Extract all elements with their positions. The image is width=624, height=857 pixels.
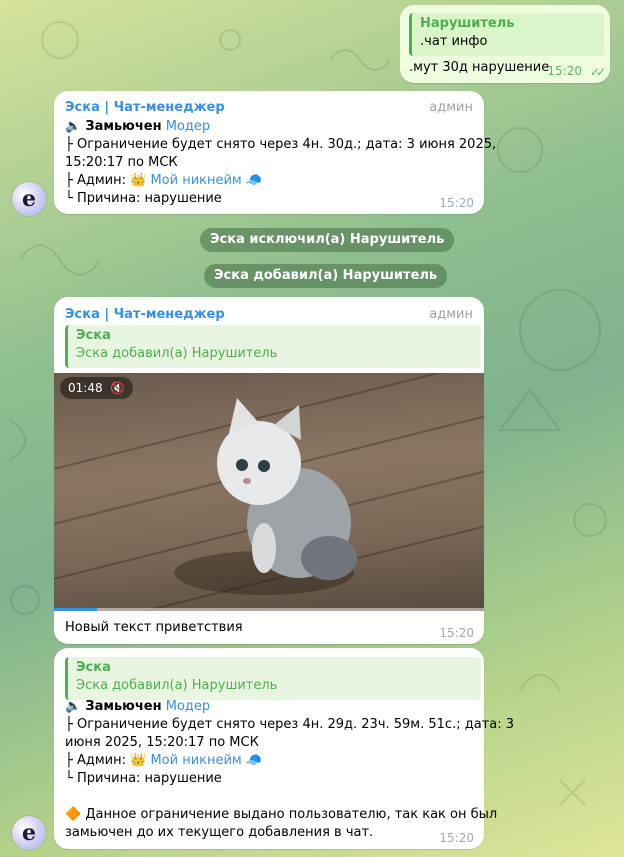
kitten-image [174,398,357,595]
video-progress-bar[interactable] [54,608,484,611]
reply-quote-author: Эска [76,660,111,675]
message-time: 15:20 [439,831,474,845]
message-sender[interactable]: Эска | Чат-менеджер [65,307,225,322]
muted-label: Замьючен [85,699,162,714]
bot-message-remute[interactable]: Эска Эска добавил(а) Нарушитель 🔈 Замьюч… [54,648,514,849]
video-player[interactable]: 01:48 🔇 [54,373,484,611]
restriction-line-1: ├ Ограничение будет снято через 4н. 30д.… [65,137,497,152]
service-message-removed: Эска исключил(а) Нарушитель [200,228,455,252]
admin-prefix: ├ Админ: [65,753,131,768]
admin-link[interactable]: Мой никнейм [150,173,241,188]
note-line-1: 🔶 Данное ограничение выдано пользователю… [65,806,497,824]
reply-quote-text: Эска добавил(а) Нарушитель [76,678,278,693]
crown-icon: 👑 [130,173,147,188]
muted-speaker-icon: 🔈 [65,119,82,134]
sender-role-badge: админ [429,100,473,115]
cap-icon: 🧢 [245,753,263,768]
reply-quote-author: Эска [76,328,111,343]
muted-label: Замьючен [85,119,162,134]
cap-icon: 🧢 [245,173,263,188]
message-sender[interactable]: Эска | Чат-менеджер [65,100,225,115]
reason-line: └ Причина: нарушение [65,191,222,206]
message-text: .мут 30д нарушение [409,60,550,75]
reply-quote[interactable]: Эска Эска добавил(а) Нарушитель [65,657,481,700]
muted-volume-icon[interactable]: 🔇 [110,381,125,395]
restriction-line-2: 15:20:17 по МСК [65,155,178,170]
admin-prefix: ├ Админ: [65,173,131,188]
bot-message-mute[interactable]: Эска | Чат-менеджер админ 🔈 Замьючен Мод… [54,91,496,214]
avatar-letter: e [22,820,36,846]
reply-quote-author: Нарушитель [420,16,515,31]
video-progress-fill [54,608,97,611]
bot-avatar[interactable]: e [12,816,46,850]
mute-line: 🔈 Замьючен Модер [65,118,210,136]
restriction-line-2: июня 2025, 15:20:17 по МСК [65,735,259,750]
reply-quote-text: Эска добавил(а) Нарушитель [76,346,278,361]
service-message-added: Эска добавил(а) Нарушитель [204,264,448,288]
admin-line: ├ Админ: 👑 Мой никнейм 🧢 [65,752,262,770]
orange-diamond-icon: 🔶 [65,807,82,822]
mute-line: 🔈 Замьючен Модер [65,698,210,716]
bot-avatar[interactable]: e [12,182,46,216]
sender-role-badge: админ [429,307,473,322]
video-duration: 01:48 [68,381,103,395]
muted-user-link[interactable]: Модер [166,699,210,714]
reply-quote-text: .чат инфо [420,34,488,49]
video-caption: Новый текст приветствия [65,620,243,635]
read-checkmarks-icon: ✓✓ [589,65,606,79]
video-duration-badge: 01:48 🔇 [60,377,134,399]
note-line-2: замьючен до их текущего добавления в чат… [65,825,374,840]
reason-line: └ Причина: нарушение [65,771,222,786]
outgoing-message[interactable]: Нарушитель .чат инфо .мут 30д нарушение … [400,5,610,83]
reply-quote[interactable]: Нарушитель .чат инфо [409,13,604,56]
avatar-letter: e [22,186,36,212]
muted-speaker-icon: 🔈 [65,699,82,714]
message-time: 15:20 [439,196,474,210]
message-time: 15:20 [547,64,582,78]
admin-link[interactable]: Мой никнейм [150,753,241,768]
message-time: 15:20 [439,626,474,640]
admin-line: ├ Админ: 👑 Мой никнейм 🧢 [65,172,262,190]
restriction-line-1: ├ Ограничение будет снято через 4н. 29д.… [65,717,514,732]
crown-icon: 👑 [130,753,147,768]
note-text-1: Данное ограничение выдано пользователю, … [81,807,498,822]
muted-user-link[interactable]: Модер [166,119,210,134]
reply-quote[interactable]: Эска Эска добавил(а) Нарушитель [65,325,481,368]
